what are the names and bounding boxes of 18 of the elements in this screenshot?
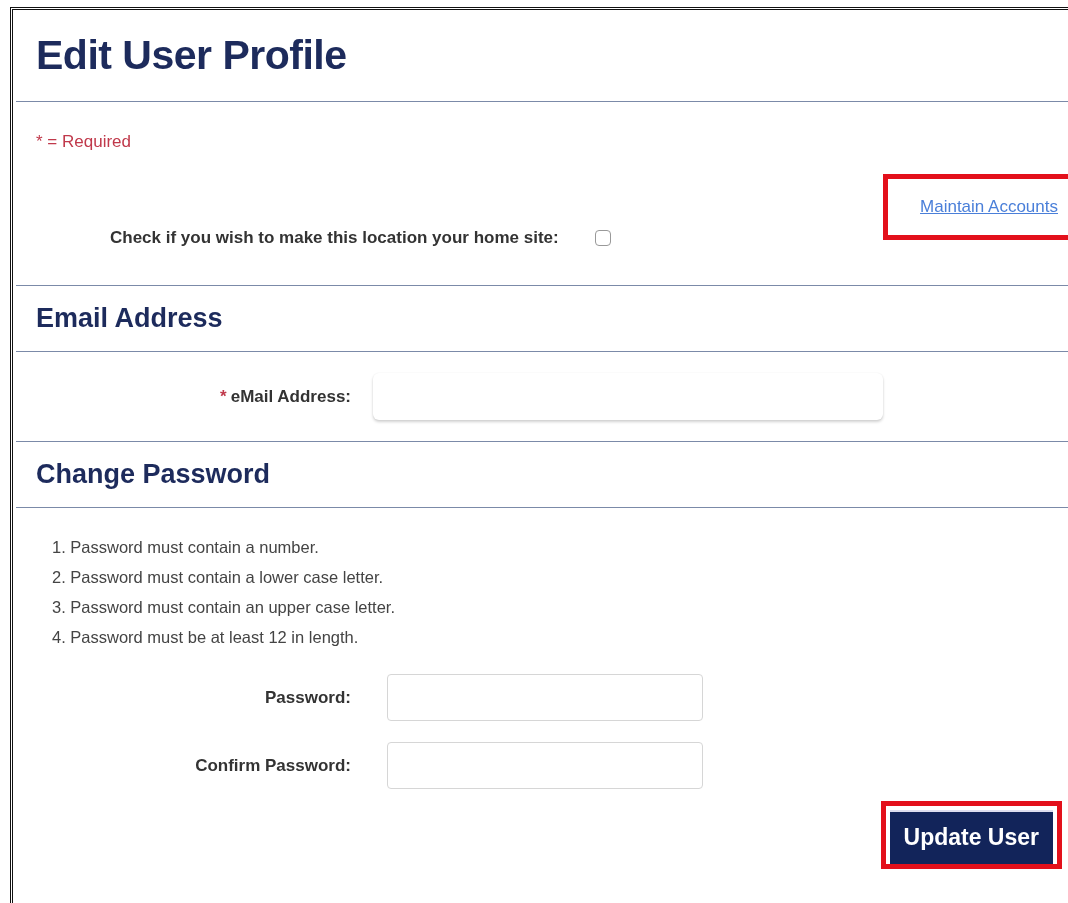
field-label: Password: — [264, 687, 351, 708]
maintain-accounts-link[interactable]: Maintain Accounts — [920, 197, 1058, 217]
required-note: * = Required — [36, 132, 132, 152]
section-heading: Change Password — [36, 459, 271, 490]
update-user-button[interactable]: Update User — [889, 810, 1053, 864]
password-rule: 3. Password must contain an upper case letter. — [52, 597, 397, 618]
password-field[interactable] — [387, 742, 703, 789]
email-field[interactable] — [373, 373, 883, 420]
checkbox[interactable] — [594, 230, 611, 246]
field-label: Confirm Password: — [194, 755, 351, 776]
page-title: Edit User Profile — [36, 32, 347, 79]
section-heading: Email Address — [36, 303, 223, 334]
password-rule: 1. Password must contain a number. — [52, 537, 320, 558]
password-rule: 4. Password must be at least 12 in length. — [52, 627, 360, 648]
home-site-label: Check if you wish to make this location your home site: — [110, 228, 559, 248]
field-label: * eMail Address: — [219, 386, 351, 407]
password-rule: 2. Password must contain a lower case letter. — [52, 567, 385, 588]
password-field[interactable] — [387, 674, 703, 721]
